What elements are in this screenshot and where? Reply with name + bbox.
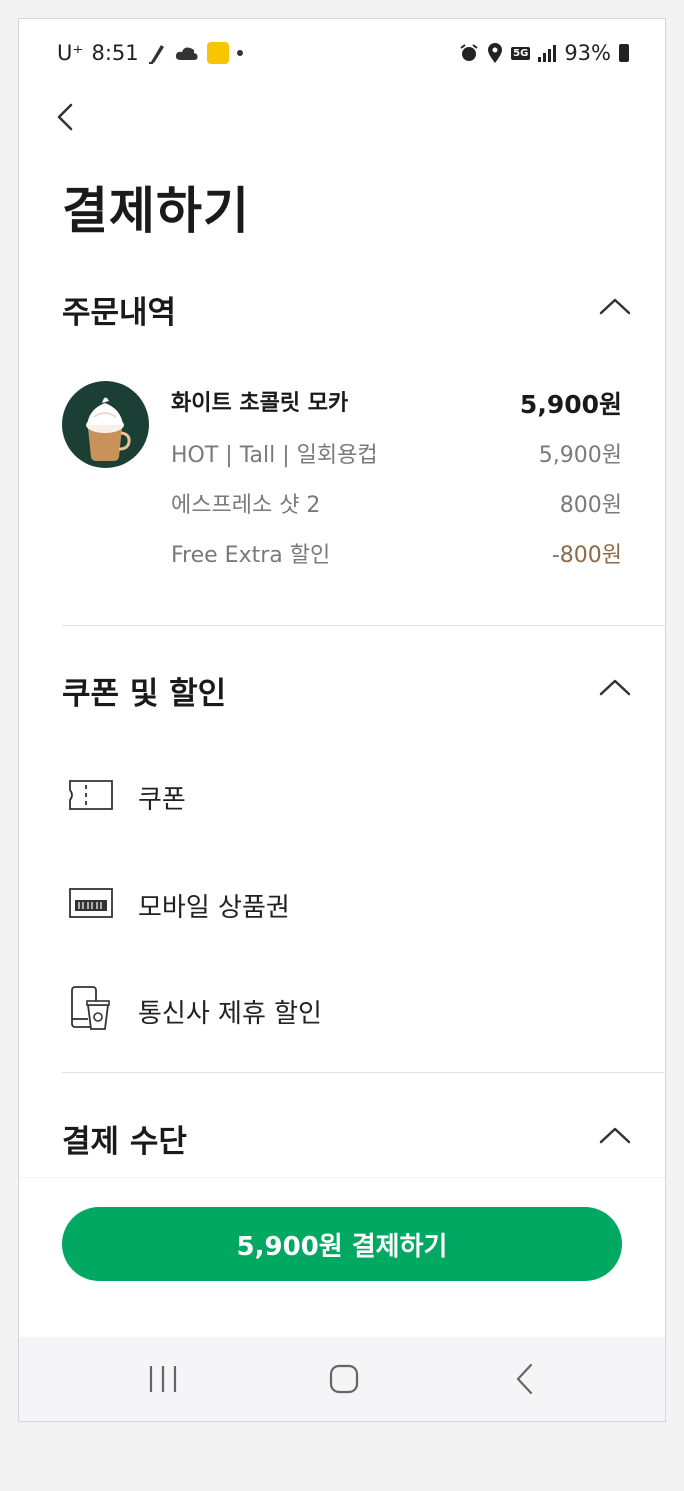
- status-right: 5G 93%: [459, 41, 629, 65]
- option-label: 에스프레소 샷 2: [171, 493, 321, 518]
- mobile-gift-card-row[interactable]: 모바일 상품권: [62, 873, 622, 933]
- home-icon: [329, 1364, 359, 1394]
- status-left: U⁺ 8:51: [57, 41, 243, 65]
- order-section-header[interactable]: 주문내역: [62, 281, 632, 331]
- cloud-icon: [175, 47, 198, 60]
- battery-icon: [619, 44, 629, 62]
- signal-icon: [538, 44, 557, 62]
- alarm-icon: [460, 44, 478, 61]
- coupon-row[interactable]: 쿠폰: [62, 765, 622, 825]
- system-back-button[interactable]: [505, 1359, 545, 1399]
- kakao-notification-icon: [206, 42, 229, 64]
- ticket-icon: [69, 780, 113, 810]
- section-divider: [62, 1072, 665, 1073]
- option-price: 800원: [559, 493, 622, 518]
- mobile-gift-card-label: 모바일 상품권: [138, 893, 290, 923]
- clock: 8:51: [91, 41, 139, 65]
- discount-section-header[interactable]: 쿠폰 및 할인: [62, 662, 632, 712]
- chevron-up-icon[interactable]: [598, 672, 632, 702]
- chevron-up-icon[interactable]: [598, 1120, 632, 1150]
- recent-apps-button[interactable]: [143, 1359, 183, 1399]
- status-bar: U⁺ 8:51 5G 93%: [19, 19, 665, 89]
- back-arrow-icon: [516, 1363, 533, 1395]
- discount-section-title: 쿠폰 및 할인: [62, 676, 227, 712]
- option-label: Free Extra 할인: [171, 543, 331, 568]
- phone-screen: U⁺ 8:51 5G 93% 결제하기 주문내역 화이트 초콜릿 모카 5,90…: [18, 18, 666, 1422]
- network-type-badge: 5G: [511, 46, 531, 60]
- page-title: 결제하기: [62, 182, 250, 240]
- system-navigation-bar: [19, 1337, 665, 1421]
- carrier-discount-label: 통신사 제휴 할인: [138, 999, 322, 1029]
- chevron-left-icon: [57, 103, 73, 131]
- payment-section-header[interactable]: 결제 수단: [62, 1110, 632, 1160]
- option-price: 5,900원: [538, 443, 622, 468]
- pen-icon: [148, 45, 164, 64]
- product-thumbnail: [62, 381, 149, 468]
- more-notifications-dot: [236, 50, 243, 56]
- pay-button[interactable]: 5,900원 결제하기: [62, 1207, 622, 1281]
- coupon-label: 쿠폰: [138, 785, 186, 815]
- payment-section-title: 결제 수단: [62, 1124, 187, 1160]
- battery-percent: 93%: [564, 41, 611, 65]
- phone-cup-icon: [71, 986, 110, 1030]
- back-button[interactable]: [49, 97, 89, 137]
- location-icon: [488, 43, 503, 63]
- section-divider: [62, 625, 665, 626]
- option-row: 에스프레소 샷 2 800원: [171, 487, 622, 518]
- order-section-title: 주문내역: [62, 295, 177, 331]
- item-name: 화이트 초콜릿 모카: [171, 391, 349, 416]
- item-total-price: 5,900원: [519, 390, 622, 419]
- mocha-drink-image: [86, 397, 131, 461]
- recent-apps-icon: [149, 1366, 177, 1392]
- option-row: Free Extra 할인 -800원: [171, 537, 622, 568]
- carrier-discount-row[interactable]: 통신사 제휴 할인: [62, 979, 622, 1039]
- option-row: HOT | Tall | 일회용컵 5,900원: [171, 437, 622, 468]
- option-label: HOT | Tall | 일회용컵: [171, 443, 378, 468]
- carrier-label: U⁺: [57, 41, 84, 65]
- chevron-up-icon[interactable]: [598, 291, 632, 321]
- home-button[interactable]: [324, 1359, 364, 1399]
- option-price-discount: -800원: [551, 543, 622, 568]
- gift-card-icon: [69, 888, 113, 918]
